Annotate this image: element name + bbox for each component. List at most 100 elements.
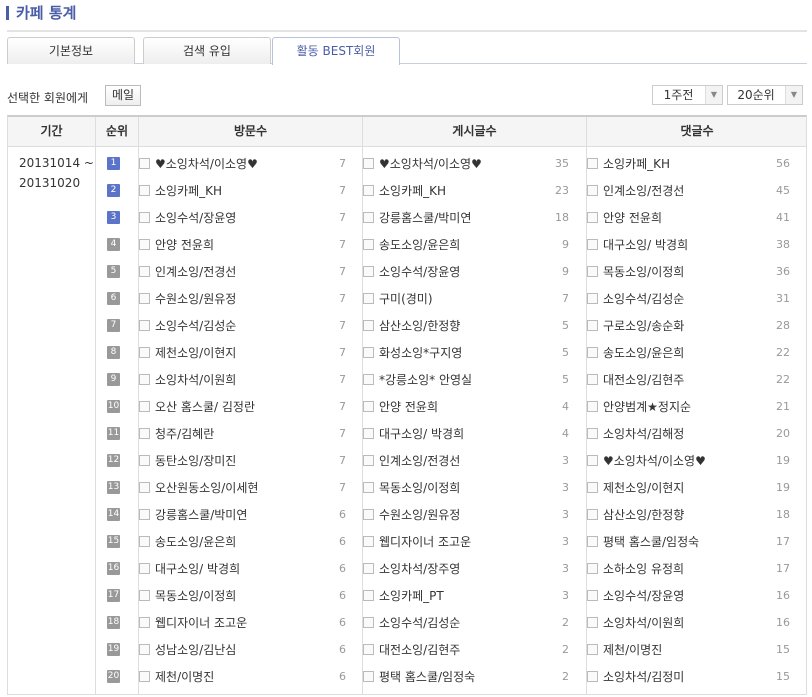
member-checkbox[interactable] (587, 671, 598, 682)
member-checkbox[interactable] (139, 482, 150, 493)
rank-badge: 13 (107, 481, 120, 494)
member-checkbox[interactable] (587, 536, 598, 547)
member-checkbox[interactable] (139, 617, 150, 628)
member-checkbox[interactable] (363, 320, 374, 331)
member-checkbox[interactable] (587, 374, 598, 385)
member-checkbox[interactable] (139, 563, 150, 574)
comment-member: 구로소잉/송순화 (587, 316, 684, 336)
member-checkbox[interactable] (363, 563, 374, 574)
member-checkbox[interactable] (139, 347, 150, 358)
member-checkbox[interactable] (363, 239, 374, 250)
member-checkbox[interactable] (363, 374, 374, 385)
selected-members-label: 선택한 회원에게 (7, 91, 89, 105)
post-count: 3 (562, 481, 569, 494)
post-member: 구미(경미) (363, 289, 433, 309)
comment-member: 목동소잉/이정희 (587, 262, 684, 282)
post-count: 5 (562, 373, 569, 386)
member-checkbox[interactable] (363, 266, 374, 277)
post-member: 웹디자이너 조고운 (363, 532, 471, 552)
chevron-down-icon[interactable]: ▼ (785, 86, 802, 104)
member-checkbox[interactable] (363, 671, 374, 682)
divider (95, 147, 96, 694)
post-count: 2 (562, 670, 569, 683)
member-checkbox[interactable] (139, 266, 150, 277)
tab-search-inflow[interactable]: 검색 유입 (143, 37, 271, 64)
member-checkbox[interactable] (139, 401, 150, 412)
member-checkbox[interactable] (363, 212, 374, 223)
mail-button[interactable]: 메일 (105, 85, 141, 106)
member-checkbox[interactable] (363, 347, 374, 358)
chevron-down-icon[interactable]: ▼ (705, 86, 722, 104)
member-checkbox[interactable] (587, 428, 598, 439)
member-checkbox[interactable] (363, 536, 374, 547)
member-checkbox[interactable] (139, 644, 150, 655)
member-checkbox[interactable] (587, 347, 598, 358)
comment-count: 19 (776, 454, 790, 467)
rank-select[interactable]: 20순위 ▼ (727, 85, 803, 105)
member-checkbox[interactable] (587, 293, 598, 304)
member-checkbox[interactable] (139, 320, 150, 331)
member-checkbox[interactable] (587, 239, 598, 250)
member-checkbox[interactable] (139, 293, 150, 304)
visit-member: 강릉홈스쿨/박미연 (139, 505, 247, 525)
member-checkbox[interactable] (587, 158, 598, 169)
member-checkbox[interactable] (139, 185, 150, 196)
member-checkbox[interactable] (587, 482, 598, 493)
member-name: 대구소잉/ 박경희 (603, 238, 689, 252)
period-select[interactable]: 1주전 ▼ (652, 85, 723, 105)
header-period: 기간 (8, 117, 96, 146)
post-member: 송도소잉/윤은희 (363, 235, 460, 255)
visit-count: 7 (339, 454, 346, 467)
member-checkbox[interactable] (363, 428, 374, 439)
rank-badge: 12 (107, 454, 120, 467)
member-checkbox[interactable] (139, 374, 150, 385)
member-checkbox[interactable] (587, 320, 598, 331)
rank-badge: 11 (107, 427, 120, 440)
member-checkbox[interactable] (363, 185, 374, 196)
visit-count: 7 (339, 481, 346, 494)
member-checkbox[interactable] (139, 455, 150, 466)
member-name: 소잉수석/장윤영 (603, 589, 685, 603)
member-checkbox[interactable] (139, 509, 150, 520)
member-checkbox[interactable] (139, 671, 150, 682)
member-checkbox[interactable] (587, 401, 598, 412)
member-checkbox[interactable] (363, 482, 374, 493)
member-checkbox[interactable] (363, 401, 374, 412)
member-checkbox[interactable] (587, 644, 598, 655)
tab-best-members[interactable]: 활동 BEST회원 (272, 37, 400, 65)
member-checkbox[interactable] (139, 428, 150, 439)
member-checkbox[interactable] (139, 158, 150, 169)
member-checkbox[interactable] (363, 644, 374, 655)
visit-member: 목동소잉/이정희 (139, 586, 236, 606)
member-checkbox[interactable] (363, 617, 374, 628)
member-checkbox[interactable] (587, 212, 598, 223)
post-member: 대전소잉/김현주 (363, 640, 460, 660)
member-checkbox[interactable] (363, 158, 374, 169)
tab-basic-info[interactable]: 기본정보 (7, 37, 135, 64)
member-name: 제천소잉/이현지 (155, 346, 237, 360)
member-checkbox[interactable] (587, 617, 598, 628)
page-title: 카페 통계 (6, 2, 76, 23)
post-member: 소잉카페_PT (363, 586, 444, 606)
member-checkbox[interactable] (587, 563, 598, 574)
member-checkbox[interactable] (363, 455, 374, 466)
member-checkbox[interactable] (587, 590, 598, 601)
member-checkbox[interactable] (139, 212, 150, 223)
member-checkbox[interactable] (363, 590, 374, 601)
best-members-table: 기간 순위 방문수 게시글수 댓글수 20131014 ~20131020 1 ♥… (7, 115, 807, 695)
member-checkbox[interactable] (139, 590, 150, 601)
comment-member: ♥소잉차석/이소영♥ (587, 451, 706, 471)
member-checkbox[interactable] (363, 293, 374, 304)
member-checkbox[interactable] (139, 239, 150, 250)
member-name: 웹디자이너 조고운 (379, 535, 472, 549)
member-checkbox[interactable] (139, 536, 150, 547)
member-checkbox[interactable] (587, 185, 598, 196)
member-checkbox[interactable] (587, 509, 598, 520)
comment-member: 소잉수석/김성순 (587, 289, 684, 309)
member-name: 목동소잉/이정희 (603, 265, 685, 279)
member-checkbox[interactable] (363, 509, 374, 520)
member-checkbox[interactable] (587, 266, 598, 277)
member-checkbox[interactable] (587, 455, 598, 466)
visit-member: 소잉수석/김성순 (139, 316, 236, 336)
rank-badge: 9 (107, 373, 120, 386)
